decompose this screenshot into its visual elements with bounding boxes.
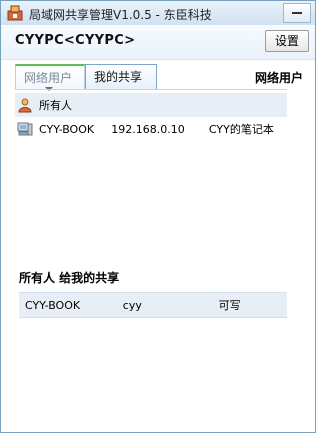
- user-ip: 192.168.0.10: [111, 122, 185, 136]
- user-name: CYY-BOOK: [39, 122, 95, 136]
- user-name: 所有人: [39, 99, 72, 112]
- share-user: cyy: [122, 298, 142, 312]
- tab-network-users[interactable]: 网络用户: [15, 64, 85, 91]
- tab-label: 我的共享: [94, 70, 143, 84]
- host-name: CYYPC<CYYPC>: [15, 33, 136, 48]
- window-title: 局域网共享管理V1.0.5 - 东臣科技: [29, 8, 212, 22]
- share-permission: 可写: [218, 299, 241, 312]
- app-window: 局域网共享管理V1.0.5 - 东臣科技 CYYPC<CYYPC> 设置 网络用…: [0, 0, 316, 433]
- window-controls: [282, 3, 311, 23]
- tab-my-shares[interactable]: 我的共享: [85, 64, 157, 90]
- settings-button[interactable]: 设置: [265, 30, 309, 52]
- section-heading: 网络用户: [254, 71, 303, 85]
- list-item[interactable]: CYY-BOOK 192.168.0.10 CYY的笔记本: [15, 117, 287, 141]
- user-description: CYY的笔记本: [208, 123, 274, 136]
- title-bar[interactable]: 局域网共享管理V1.0.5 - 东臣科技: [1, 1, 315, 26]
- share-section-title: 所有人 给我的共享: [19, 271, 120, 285]
- share-table: CYY-BOOK cyy 可写: [19, 292, 287, 318]
- share-host: CYY-BOOK: [25, 298, 81, 312]
- app-logo-icon: [7, 5, 23, 21]
- users-group-icon: [17, 97, 33, 113]
- computer-icon: [17, 121, 33, 137]
- minimize-icon[interactable]: [283, 3, 311, 23]
- users-list: 所有人 CYY-BOOK 192.168.0.10 CYY的笔记本: [15, 93, 287, 141]
- table-row[interactable]: CYY-BOOK cyy 可写: [19, 292, 287, 318]
- host-bar: CYYPC<CYYPC> 设置: [1, 25, 315, 60]
- divider: [15, 89, 287, 90]
- tab-label: 网络用户: [24, 71, 73, 85]
- list-item[interactable]: 所有人: [15, 93, 287, 117]
